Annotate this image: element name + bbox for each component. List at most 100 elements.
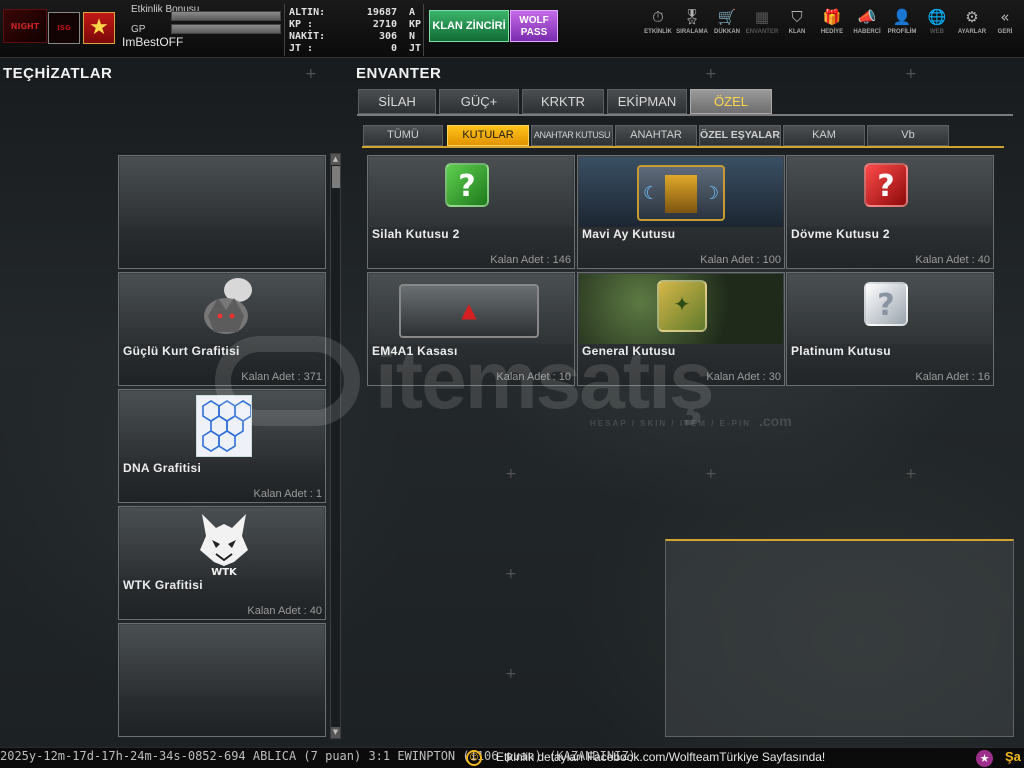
stopwatch-icon: ⏱ xyxy=(652,8,664,26)
nav-dukkan[interactable]: 🛒 DÜKKAN xyxy=(708,8,746,35)
subtab-kam[interactable]: KAM xyxy=(783,125,865,146)
cart-icon: 🛒 xyxy=(717,8,737,26)
equipment-name: Güçlü Kurt Grafitisi xyxy=(123,344,240,358)
gp-bar xyxy=(171,24,281,34)
deco-plus: + xyxy=(705,466,717,482)
inventory-item[interactable]: ▲ EM4A1 Kasası Kalan Adet : 10 xyxy=(367,272,575,386)
item-count: Kalan Adet : 40 xyxy=(915,254,990,266)
equipment-count: Kalan Adet : 1 xyxy=(253,488,323,500)
item-count: Kalan Adet : 30 xyxy=(706,371,781,383)
star-icon[interactable]: ★ xyxy=(976,750,993,767)
tab-ekipman[interactable]: EKİPMAN xyxy=(607,89,687,114)
nav-hediye[interactable]: 🎁 HEDİYE xyxy=(813,8,851,35)
green-mystery-box-icon: ? xyxy=(445,163,489,207)
tab-guc[interactable]: GÜÇ+ xyxy=(439,89,519,114)
general-box-icon: ✦ xyxy=(657,280,707,332)
item-name: General Kutusu xyxy=(582,344,676,358)
bottom-bar: 2025y-12m-17d-17h-24m-34s-0852-694 ABLIC… xyxy=(0,747,1024,768)
currency-stats: ALTIN: 19687 A KP :2710 KP NAKİT: 306 N JT :0… xyxy=(284,4,424,56)
tab-silah[interactable]: SİLAH xyxy=(358,89,436,114)
back-icon: « xyxy=(1000,8,1010,26)
platinum-box-icon: ? xyxy=(864,282,908,326)
inventory-item[interactable]: ☾ ☽ Mavi Ay Kutusu Kalan Adet : 100 xyxy=(577,155,785,269)
stat-row-kp: KP :2710 KP xyxy=(289,19,422,30)
gp-label: GP xyxy=(131,24,146,35)
nav-web[interactable]: 🌐 WEB xyxy=(918,8,956,35)
blue-moon-chest-icon: ☾ ☽ xyxy=(637,165,725,221)
nav-siralama[interactable]: 🎖 SIRALAMA xyxy=(673,8,711,35)
profile-icon: 👤 xyxy=(892,8,912,26)
bottom-right-text: Şa xyxy=(1005,749,1021,764)
subtab-anahtar[interactable]: ANAHTAR xyxy=(615,125,697,146)
inventory-item[interactable]: ✦ General Kutusu Kalan Adet : 30 xyxy=(577,272,785,386)
tab-underline xyxy=(357,114,1013,116)
medal-icon: 🎖 xyxy=(682,8,702,26)
subtab-tumu[interactable]: TÜMÜ xyxy=(363,125,443,146)
item-info-panel xyxy=(665,539,1014,737)
subtab-vb[interactable]: Vb xyxy=(867,125,949,146)
equipment-count: Kalan Adet : 40 xyxy=(247,605,322,617)
item-count: Kalan Adet : 146 xyxy=(490,254,571,266)
stat-row-jt: JT :0 JT xyxy=(289,43,422,54)
equipment-title: TEÇHİZATLAR xyxy=(3,65,113,82)
globe-icon: 🌐 xyxy=(927,8,947,26)
equipment-slot[interactable] xyxy=(118,623,326,737)
stat-row-cash: NAKİT: 306 N xyxy=(289,31,416,42)
wtk-graffiti-icon: WTK xyxy=(194,510,254,578)
em4a1-case-icon: ▲ xyxy=(399,284,539,338)
equipment-scrollbar[interactable]: ▲ ▼ xyxy=(330,153,341,739)
player-name[interactable]: ImBestOFF xyxy=(122,35,183,49)
equipment-slot[interactable]: DNA Grafitisi Kalan Adet : 1 xyxy=(118,389,326,503)
top-bar: NIGHT ISG ★ Etkinlik Bonusu GP ImBestOFF… xyxy=(0,0,1024,58)
star-icon: ★ xyxy=(89,15,109,40)
inventory-item[interactable]: ? Platinum Kutusu Kalan Adet : 16 xyxy=(786,272,994,386)
scroll-down-arrow-icon[interactable]: ▼ xyxy=(331,727,340,738)
equipment-slot[interactable]: WTK WTK Grafitisi Kalan Adet : 40 xyxy=(118,506,326,620)
deco-plus: + xyxy=(305,66,317,82)
megaphone-icon: 📣 xyxy=(857,8,877,26)
red-mystery-box-icon: ? xyxy=(864,163,908,207)
clan-chain-button[interactable]: KLAN ZİNCİRİ xyxy=(429,10,509,42)
subtab-ozel-esyalar[interactable]: ÖZEL EŞYALAR xyxy=(699,125,781,146)
tab-krktr[interactable]: KRKTR xyxy=(522,89,604,114)
nav-klan[interactable]: ⛉ KLAN xyxy=(778,8,816,35)
deco-plus: + xyxy=(905,66,917,82)
nav-envanter[interactable]: ▦ ENVANTER xyxy=(743,8,781,35)
wolf-pass-button[interactable]: WOLF PASS xyxy=(510,10,558,42)
item-name: Dövme Kutusu 2 xyxy=(791,227,890,241)
stat-row-gold: ALTIN: 19687 A xyxy=(289,7,416,18)
item-count: Kalan Adet : 100 xyxy=(700,254,781,266)
nav-profilim[interactable]: 👤 PROFİLİM xyxy=(883,8,921,35)
nav-haberci[interactable]: 📣 HABERCİ xyxy=(848,8,886,35)
subtab-underline xyxy=(362,146,1004,148)
nav-geri[interactable]: «GERİ xyxy=(986,8,1024,35)
scroll-thumb[interactable] xyxy=(332,166,340,188)
rank-badge[interactable]: ★ xyxy=(83,12,115,44)
inventory-item[interactable]: ? Dövme Kutusu 2 Kalan Adet : 40 xyxy=(786,155,994,269)
game-logo: NIGHT xyxy=(3,9,47,43)
item-name: Silah Kutusu 2 xyxy=(372,227,460,241)
inventory-title: ENVANTER xyxy=(356,65,442,82)
wolf-graffiti-icon xyxy=(198,276,256,340)
deco-plus: + xyxy=(905,466,917,482)
equipment-slot[interactable] xyxy=(118,155,326,269)
event-info-text[interactable]: Etkinlik detayları Facebook.com/Wolfteam… xyxy=(496,750,825,764)
inventory-item[interactable]: ? Silah Kutusu 2 Kalan Adet : 146 xyxy=(367,155,575,269)
scroll-up-arrow-icon[interactable]: ▲ xyxy=(331,154,340,165)
gift-icon: 🎁 xyxy=(822,8,842,26)
clan-badge[interactable]: ISG xyxy=(48,12,80,44)
equipment-slot[interactable]: Güçlü Kurt Grafitisi Kalan Adet : 371 xyxy=(118,272,326,386)
deco-plus: + xyxy=(705,66,717,82)
item-name: Mavi Ay Kutusu xyxy=(582,227,676,241)
equipment-list: Güçlü Kurt Grafitisi Kalan Adet : 371 DN… xyxy=(118,155,326,737)
deco-plus: + xyxy=(505,566,517,582)
subtab-anahtar-kutusu[interactable]: ANAHTAR KUTUSU xyxy=(531,125,613,146)
subtab-kutular[interactable]: KUTULAR xyxy=(447,125,529,146)
svg-text:WTK: WTK xyxy=(211,567,238,576)
event-bonus-bar xyxy=(171,11,281,21)
item-count: Kalan Adet : 10 xyxy=(496,371,571,383)
nav-etkinlik[interactable]: ⏱ ETKİNLİK xyxy=(639,8,677,35)
tab-ozel[interactable]: ÖZEL xyxy=(690,89,772,114)
equipment-name: DNA Grafitisi xyxy=(123,461,202,475)
equipment-count: Kalan Adet : 371 xyxy=(241,371,322,383)
